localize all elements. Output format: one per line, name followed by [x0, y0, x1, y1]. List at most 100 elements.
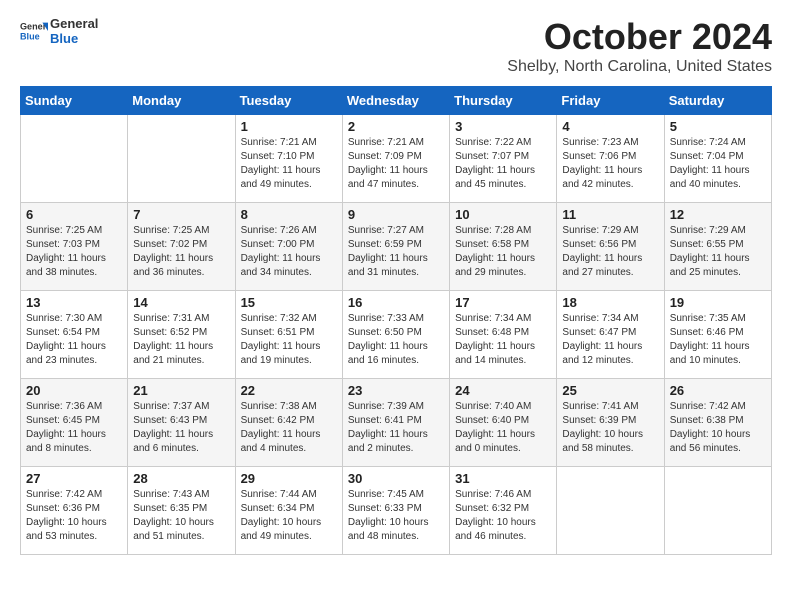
day-info: Sunrise: 7:40 AMSunset: 6:40 PMDaylight:…	[455, 400, 551, 456]
svg-text:Blue: Blue	[20, 31, 40, 41]
calendar-cell: 23 Sunrise: 7:39 AMSunset: 6:41 PMDayligh…	[342, 379, 449, 467]
day-number: 22	[241, 383, 337, 398]
calendar-cell: 19 Sunrise: 7:35 AMSunset: 6:46 PMDayligh…	[664, 291, 771, 379]
day-of-week-header: Friday	[557, 87, 664, 115]
day-info: Sunrise: 7:32 AMSunset: 6:51 PMDaylight:…	[241, 312, 337, 368]
day-info: Sunrise: 7:43 AMSunset: 6:35 PMDaylight:…	[133, 488, 229, 544]
day-number: 27	[26, 471, 122, 486]
day-number: 17	[455, 295, 551, 310]
day-info: Sunrise: 7:41 AMSunset: 6:39 PMDaylight:…	[562, 400, 658, 456]
day-of-week-header: Sunday	[21, 87, 128, 115]
day-info: Sunrise: 7:21 AMSunset: 7:10 PMDaylight:…	[241, 136, 337, 192]
day-number: 10	[455, 207, 551, 222]
day-number: 15	[241, 295, 337, 310]
day-number: 11	[562, 207, 658, 222]
day-number: 4	[562, 119, 658, 134]
day-of-week-header: Tuesday	[235, 87, 342, 115]
day-info: Sunrise: 7:31 AMSunset: 6:52 PMDaylight:…	[133, 312, 229, 368]
calendar-cell: 14 Sunrise: 7:31 AMSunset: 6:52 PMDayligh…	[128, 291, 235, 379]
day-number: 12	[670, 207, 766, 222]
day-number: 29	[241, 471, 337, 486]
day-info: Sunrise: 7:22 AMSunset: 7:07 PMDaylight:…	[455, 136, 551, 192]
day-info: Sunrise: 7:39 AMSunset: 6:41 PMDaylight:…	[348, 400, 444, 456]
day-info: Sunrise: 7:34 AMSunset: 6:48 PMDaylight:…	[455, 312, 551, 368]
day-info: Sunrise: 7:46 AMSunset: 6:32 PMDaylight:…	[455, 488, 551, 544]
day-number: 31	[455, 471, 551, 486]
calendar-table: SundayMondayTuesdayWednesdayThursdayFrid…	[20, 86, 772, 555]
calendar-cell: 2 Sunrise: 7:21 AMSunset: 7:09 PMDaylight…	[342, 115, 449, 203]
calendar-cell: 16Sunrise: 7:33 AMSunset: 6:50 PMDayligh…	[342, 291, 449, 379]
day-number: 16	[348, 295, 444, 310]
calendar-cell	[664, 467, 771, 555]
calendar-week-row: 13 Sunrise: 7:30 AMSunset: 6:54 PMDayligh…	[21, 291, 772, 379]
day-of-week-header: Monday	[128, 87, 235, 115]
day-info: Sunrise: 7:29 AMSunset: 6:55 PMDaylight:…	[670, 224, 766, 280]
calendar-cell: 8 Sunrise: 7:26 AMSunset: 7:00 PMDaylight…	[235, 203, 342, 291]
day-info: Sunrise: 7:30 AMSunset: 6:54 PMDaylight:…	[26, 312, 122, 368]
day-number: 8	[241, 207, 337, 222]
calendar-cell	[128, 115, 235, 203]
day-number: 13	[26, 295, 122, 310]
day-info: Sunrise: 7:26 AMSunset: 7:00 PMDaylight:…	[241, 224, 337, 280]
calendar-header-row: SundayMondayTuesdayWednesdayThursdayFrid…	[21, 87, 772, 115]
day-number: 21	[133, 383, 229, 398]
day-number: 6	[26, 207, 122, 222]
calendar-cell: 22 Sunrise: 7:38 AMSunset: 6:42 PMDayligh…	[235, 379, 342, 467]
day-info: Sunrise: 7:23 AMSunset: 7:06 PMDaylight:…	[562, 136, 658, 192]
day-number: 9	[348, 207, 444, 222]
page-header: General Blue General Blue October 2024 S…	[20, 16, 772, 76]
day-number: 23	[348, 383, 444, 398]
calendar-cell: 7Sunrise: 7:25 AMSunset: 7:02 PMDaylight…	[128, 203, 235, 291]
day-info: Sunrise: 7:29 AMSunset: 6:56 PMDaylight:…	[562, 224, 658, 280]
location-subtitle: Shelby, North Carolina, United States	[507, 58, 772, 76]
logo: General Blue General Blue	[20, 16, 98, 46]
day-of-week-header: Thursday	[450, 87, 557, 115]
calendar-week-row: 27 Sunrise: 7:42 AMSunset: 6:36 PMDayligh…	[21, 467, 772, 555]
calendar-cell: 9 Sunrise: 7:27 AMSunset: 6:59 PMDaylight…	[342, 203, 449, 291]
day-info: Sunrise: 7:21 AMSunset: 7:09 PMDaylight:…	[348, 136, 444, 192]
calendar-cell: 25 Sunrise: 7:41 AMSunset: 6:39 PMDayligh…	[557, 379, 664, 467]
calendar-cell: 5Sunrise: 7:24 AMSunset: 7:04 PMDaylight…	[664, 115, 771, 203]
calendar-cell: 4 Sunrise: 7:23 AMSunset: 7:06 PMDaylight…	[557, 115, 664, 203]
day-number: 18	[562, 295, 658, 310]
calendar-week-row: 1 Sunrise: 7:21 AMSunset: 7:10 PMDaylight…	[21, 115, 772, 203]
day-number: 14	[133, 295, 229, 310]
month-title: October 2024	[507, 16, 772, 58]
day-number: 2	[348, 119, 444, 134]
logo-general-text: General	[50, 16, 98, 31]
day-number: 30	[348, 471, 444, 486]
day-info: Sunrise: 7:38 AMSunset: 6:42 PMDaylight:…	[241, 400, 337, 456]
day-info: Sunrise: 7:34 AMSunset: 6:47 PMDaylight:…	[562, 312, 658, 368]
day-info: Sunrise: 7:28 AMSunset: 6:58 PMDaylight:…	[455, 224, 551, 280]
day-number: 24	[455, 383, 551, 398]
day-info: Sunrise: 7:45 AMSunset: 6:33 PMDaylight:…	[348, 488, 444, 544]
calendar-cell: 11 Sunrise: 7:29 AMSunset: 6:56 PMDayligh…	[557, 203, 664, 291]
calendar-cell: 1 Sunrise: 7:21 AMSunset: 7:10 PMDaylight…	[235, 115, 342, 203]
day-number: 20	[26, 383, 122, 398]
logo-icon: General Blue	[20, 17, 48, 45]
day-number: 19	[670, 295, 766, 310]
calendar-cell: 10 Sunrise: 7:28 AMSunset: 6:58 PMDayligh…	[450, 203, 557, 291]
day-number: 25	[562, 383, 658, 398]
day-of-week-header: Saturday	[664, 87, 771, 115]
calendar-cell: 18 Sunrise: 7:34 AMSunset: 6:47 PMDayligh…	[557, 291, 664, 379]
calendar-cell: 28Sunrise: 7:43 AMSunset: 6:35 PMDayligh…	[128, 467, 235, 555]
calendar-cell: 30 Sunrise: 7:45 AMSunset: 6:33 PMDayligh…	[342, 467, 449, 555]
logo-blue-text: Blue	[50, 31, 98, 46]
calendar-cell: 26Sunrise: 7:42 AMSunset: 6:38 PMDayligh…	[664, 379, 771, 467]
day-info: Sunrise: 7:42 AMSunset: 6:38 PMDaylight:…	[670, 400, 766, 456]
calendar-cell	[21, 115, 128, 203]
calendar-cell	[557, 467, 664, 555]
calendar-cell: 29Sunrise: 7:44 AMSunset: 6:34 PMDayligh…	[235, 467, 342, 555]
day-number: 1	[241, 119, 337, 134]
day-info: Sunrise: 7:27 AMSunset: 6:59 PMDaylight:…	[348, 224, 444, 280]
title-section: October 2024 Shelby, North Carolina, Uni…	[507, 16, 772, 76]
day-info: Sunrise: 7:37 AMSunset: 6:43 PMDaylight:…	[133, 400, 229, 456]
day-of-week-header: Wednesday	[342, 87, 449, 115]
calendar-cell: 20Sunrise: 7:36 AMSunset: 6:45 PMDayligh…	[21, 379, 128, 467]
calendar-cell: 13 Sunrise: 7:30 AMSunset: 6:54 PMDayligh…	[21, 291, 128, 379]
calendar-cell: 21 Sunrise: 7:37 AMSunset: 6:43 PMDayligh…	[128, 379, 235, 467]
day-info: Sunrise: 7:35 AMSunset: 6:46 PMDaylight:…	[670, 312, 766, 368]
day-info: Sunrise: 7:42 AMSunset: 6:36 PMDaylight:…	[26, 488, 122, 544]
calendar-cell: 6Sunrise: 7:25 AMSunset: 7:03 PMDaylight…	[21, 203, 128, 291]
